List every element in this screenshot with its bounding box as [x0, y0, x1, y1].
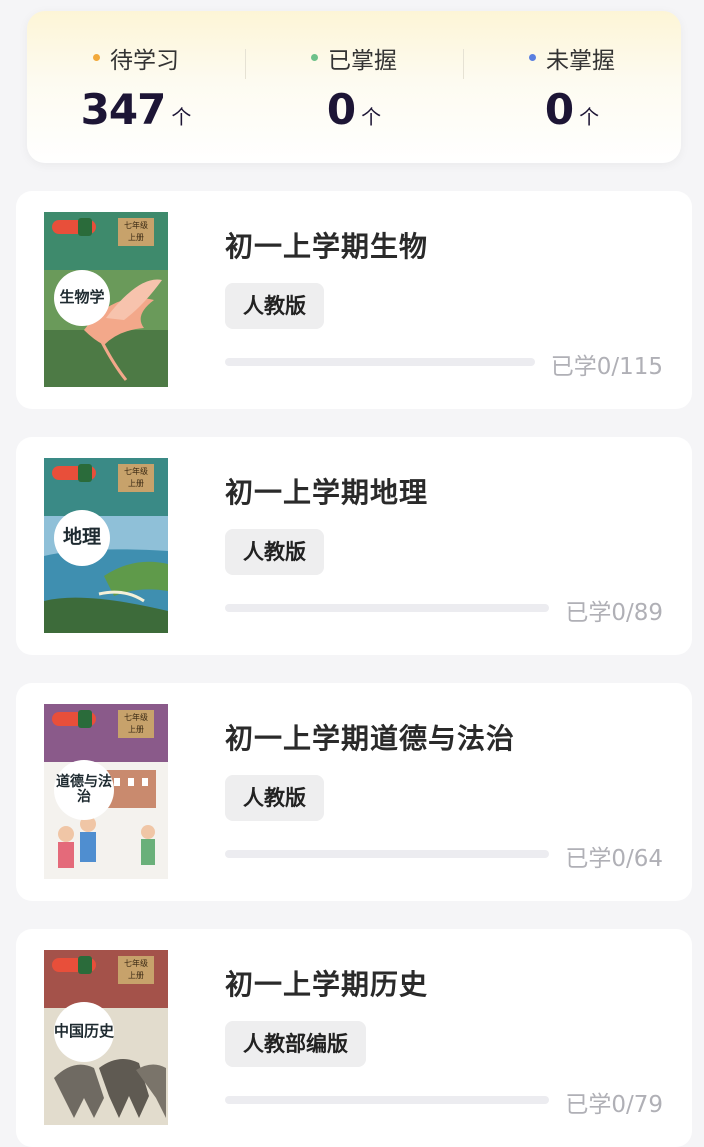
- cover-grade-label: 七年级 上册: [118, 464, 154, 492]
- cover-grade-label: 七年级 上册: [118, 218, 154, 246]
- stat-pending-value-row: 347 个: [27, 85, 245, 134]
- stat-pending[interactable]: 待学习 347 个: [27, 41, 245, 134]
- course-card[interactable]: 七年级 上册 道德与法治 初一上学期道德与法治 人教版 已学0/64: [16, 683, 692, 901]
- textbook-cover-image: 七年级 上册 生物学: [44, 212, 168, 387]
- progress-count: 已学0/115: [550, 354, 663, 380]
- stat-pending-count: 347: [80, 84, 167, 134]
- cover-title-badge: 中国历史: [54, 1002, 114, 1062]
- stat-mastered[interactable]: 已掌握 0个: [245, 41, 463, 134]
- course-title: 初一上学期道德与法治: [225, 722, 516, 755]
- progress-bar: [225, 850, 549, 858]
- textbook-cover-image: 七年级 上册 地理: [44, 458, 168, 633]
- cover-grade-label: 七年级 上册: [118, 710, 154, 738]
- cover-header: 七年级 上册: [44, 950, 168, 1008]
- course-title: 初一上学期历史: [225, 968, 429, 1001]
- stat-unmastered-label-row: 未掌握: [529, 41, 615, 75]
- edition-tag: 人教版: [225, 775, 324, 821]
- cover-title-badge: 道德与法治: [54, 760, 114, 820]
- stat-pending-label: 待学习: [110, 47, 179, 74]
- stat-mastered-label-row: 已掌握: [311, 41, 397, 75]
- stat-unmastered-label: 未掌握: [546, 47, 615, 74]
- stat-pending-unit: 个: [171, 104, 192, 129]
- mastered-dot-icon: [311, 54, 318, 61]
- cover-header: 七年级 上册: [44, 704, 168, 762]
- progress-count: 已学0/89: [565, 600, 663, 626]
- cover-title-badge: 地理: [54, 510, 110, 566]
- publisher-logo-icon: [52, 218, 96, 236]
- publisher-logo-icon: [52, 710, 96, 728]
- stat-pending-label-row: 待学习: [93, 41, 179, 75]
- stat-mastered-count: 0: [326, 84, 356, 134]
- stat-mastered-unit: 个: [361, 104, 382, 129]
- textbook-cover-image: 七年级 上册 中国历史: [44, 950, 168, 1125]
- edition-tag: 人教部编版: [225, 1021, 366, 1067]
- progress-bar: [225, 1096, 549, 1104]
- stat-unmastered-unit: 个: [579, 104, 600, 129]
- progress-bar: [225, 358, 535, 366]
- stat-unmastered-count: 0: [544, 84, 574, 134]
- cover-title-badge: 生物学: [54, 270, 110, 326]
- progress-bar: [225, 604, 549, 612]
- learning-stats-panel: 待学习 347 个 已掌握 0个 未掌握 0个: [27, 11, 681, 163]
- course-card[interactable]: 七年级 上册 地理 初一上学期地理 人教版 已学0/89: [16, 437, 692, 655]
- edition-tag: 人教版: [225, 283, 324, 329]
- stat-mastered-value-row: 0个: [245, 85, 463, 134]
- course-title: 初一上学期生物: [225, 230, 429, 263]
- publisher-logo-icon: [52, 956, 96, 974]
- textbook-cover-image: 七年级 上册 道德与法治: [44, 704, 168, 879]
- edition-tag: 人教版: [225, 529, 324, 575]
- stat-unmastered[interactable]: 未掌握 0个: [463, 41, 681, 134]
- progress-count: 已学0/64: [565, 846, 663, 872]
- cover-header: 七年级 上册: [44, 212, 168, 270]
- cover-grade-label: 七年级 上册: [118, 956, 154, 984]
- course-card[interactable]: 七年级 上册 生物学 初一上学期生物 人教版 已学0/115: [16, 191, 692, 409]
- cover-header: 七年级 上册: [44, 458, 168, 516]
- pending-dot-icon: [93, 54, 100, 61]
- stat-unmastered-value-row: 0个: [463, 85, 681, 134]
- unmastered-dot-icon: [529, 54, 536, 61]
- course-card[interactable]: 七年级 上册 中国历史 初一上学期历史 人教部编版 已学0/79: [16, 929, 692, 1147]
- progress-count: 已学0/79: [565, 1092, 663, 1118]
- stat-mastered-label: 已掌握: [328, 47, 397, 74]
- course-title: 初一上学期地理: [225, 476, 429, 509]
- publisher-logo-icon: [52, 464, 96, 482]
